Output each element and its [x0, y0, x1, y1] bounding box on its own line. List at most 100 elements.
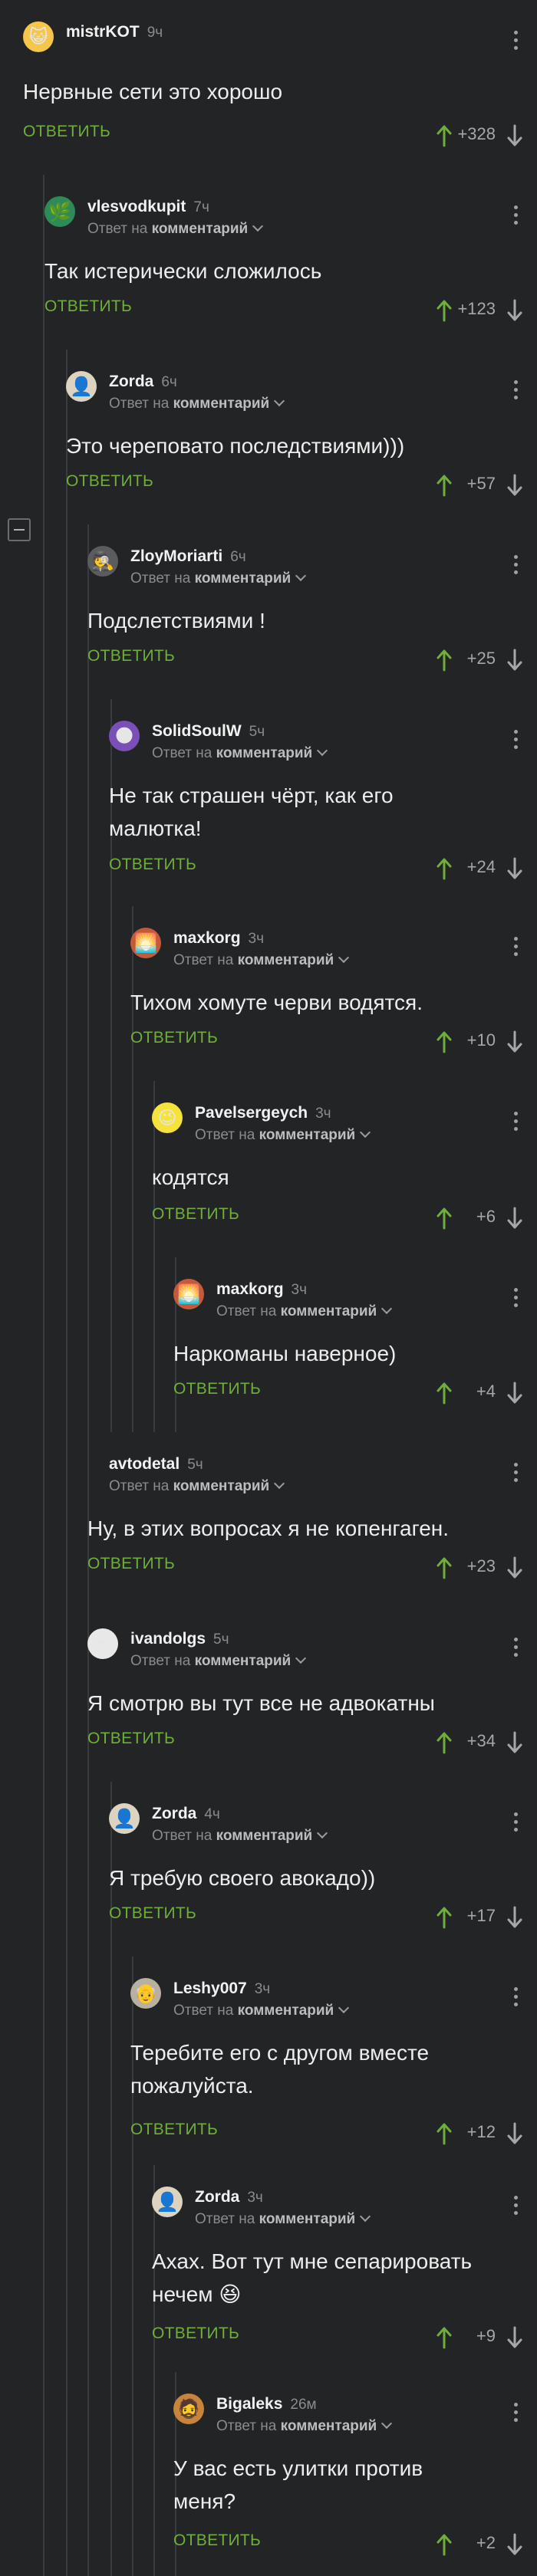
thread-line[interactable] — [43, 1432, 44, 1607]
reply-button[interactable]: ОТВЕТИТЬ — [87, 1555, 175, 1573]
thread-line[interactable] — [43, 699, 44, 906]
avatar[interactable]: 👤 — [66, 371, 97, 402]
thread-line[interactable] — [66, 1081, 68, 1257]
thread-line[interactable] — [110, 2165, 112, 2372]
username[interactable]: Bigaleks 26м — [216, 2395, 317, 2413]
downvote-icon[interactable] — [506, 124, 523, 147]
thread-line[interactable] — [132, 2165, 133, 2372]
avatar[interactable]: 🌿 — [44, 196, 75, 227]
avatar[interactable]: 🕵 — [87, 546, 118, 577]
reply-button[interactable]: ОТВЕТИТЬ — [152, 2325, 239, 2343]
thread-line[interactable] — [87, 2372, 89, 2576]
thread-line[interactable] — [110, 1081, 112, 1257]
avatar[interactable]: 👤 — [109, 1803, 140, 1834]
thread-line[interactable] — [66, 524, 68, 699]
thread-line[interactable] — [66, 1257, 68, 1432]
reply-button[interactable]: ОТВЕТИТЬ — [23, 123, 110, 141]
thread-line[interactable] — [87, 699, 89, 906]
thread-line[interactable] — [153, 2372, 155, 2576]
thread-line[interactable] — [43, 524, 44, 699]
more-options-icon[interactable] — [514, 2196, 519, 2219]
downvote-icon[interactable] — [506, 1030, 523, 1053]
downvote-icon[interactable] — [506, 1207, 523, 1230]
thread-line[interactable] — [66, 2165, 68, 2372]
thread-line[interactable] — [110, 2372, 112, 2576]
reply-to[interactable]: Ответ на комментарий — [109, 395, 285, 412]
username[interactable]: ivandolgs 5ч — [130, 1630, 229, 1648]
reply-button[interactable]: ОТВЕТИТЬ — [130, 1029, 218, 1047]
username[interactable]: maxkorg 3ч — [216, 1280, 307, 1299]
downvote-icon[interactable] — [506, 299, 523, 322]
reply-to[interactable]: Ответ на комментарий — [109, 1477, 285, 1495]
reply-button[interactable]: ОТВЕТИТЬ — [109, 856, 196, 874]
thread-line[interactable] — [43, 2372, 44, 2576]
reply-to[interactable]: Ответ на комментарий — [130, 1652, 307, 1670]
more-options-icon[interactable] — [514, 937, 519, 960]
username[interactable]: Zorda 3ч — [195, 2188, 263, 2206]
username[interactable]: Leshy007 3ч — [173, 1980, 270, 1998]
reply-to[interactable]: Ответ на комментарий — [216, 2417, 393, 2435]
username[interactable]: ZloyMoriarti 6ч — [130, 547, 246, 566]
downvote-icon[interactable] — [506, 1906, 523, 1929]
reply-button[interactable]: ОТВЕТИТЬ — [152, 1205, 239, 1224]
username[interactable]: mistrKOT 9ч — [66, 23, 163, 41]
more-options-icon[interactable] — [514, 1463, 519, 1486]
avatar[interactable]: ⚡ — [87, 1628, 118, 1659]
thread-line[interactable] — [43, 1782, 44, 1957]
more-options-icon[interactable] — [514, 2403, 519, 2426]
downvote-icon[interactable] — [506, 2122, 523, 2145]
reply-to[interactable]: Ответ на комментарий — [130, 570, 307, 587]
reply-button[interactable]: ОТВЕТИТЬ — [66, 472, 153, 491]
thread-line[interactable] — [132, 1081, 133, 1257]
reply-to[interactable]: Ответ на комментарий — [87, 220, 264, 238]
reply-button[interactable]: ОТВЕТИТЬ — [44, 297, 132, 316]
reply-button[interactable]: ОТВЕТИТЬ — [173, 1380, 261, 1398]
thread-line[interactable] — [66, 1607, 68, 1782]
username[interactable]: SolidSoulW 5ч — [152, 722, 265, 741]
username[interactable]: maxkorg 3ч — [173, 929, 264, 948]
username[interactable]: avtodetal 5ч — [109, 1455, 203, 1474]
thread-line[interactable] — [66, 906, 68, 1081]
thread-line[interactable] — [66, 699, 68, 906]
more-options-icon[interactable] — [514, 205, 519, 228]
thread-line[interactable] — [43, 1257, 44, 1432]
thread-line[interactable] — [132, 1257, 133, 1432]
more-options-icon[interactable] — [514, 1987, 519, 2010]
reply-to[interactable]: Ответ на комментарий — [195, 2210, 371, 2228]
reply-button[interactable]: ОТВЕТИТЬ — [173, 2532, 261, 2550]
thread-line[interactable] — [110, 906, 112, 1081]
downvote-icon[interactable] — [506, 2326, 523, 2349]
downvote-icon[interactable] — [506, 649, 523, 672]
thread-line[interactable] — [66, 2372, 68, 2576]
downvote-icon[interactable] — [506, 1731, 523, 1754]
more-options-icon[interactable] — [514, 31, 519, 54]
thread-line[interactable] — [43, 1607, 44, 1782]
avatar[interactable]: 👤 — [152, 2187, 183, 2217]
reply-button[interactable]: ОТВЕТИТЬ — [130, 2121, 218, 2139]
username[interactable]: Zorda 6ч — [109, 373, 177, 391]
thread-line[interactable] — [132, 2372, 133, 2576]
avatar[interactable]: 🌑 — [109, 721, 140, 751]
avatar[interactable]: 😺 — [23, 21, 54, 52]
thread-line[interactable] — [153, 1257, 155, 1432]
avatar[interactable]: 🌅 — [130, 928, 161, 958]
more-options-icon[interactable] — [514, 1638, 519, 1661]
thread-line[interactable] — [66, 1957, 68, 2165]
thread-line[interactable] — [87, 2165, 89, 2372]
thread-line[interactable] — [87, 1782, 89, 1957]
thread-line[interactable] — [87, 1257, 89, 1432]
downvote-icon[interactable] — [506, 474, 523, 497]
avatar[interactable]: 🧔 — [173, 2394, 204, 2424]
more-options-icon[interactable] — [514, 1288, 519, 1311]
more-options-icon[interactable] — [514, 380, 519, 403]
reply-to[interactable]: Ответ на комментарий — [195, 1126, 371, 1144]
thread-line[interactable] — [66, 1782, 68, 1957]
username[interactable]: vlesvodkupit 7ч — [87, 198, 209, 216]
more-options-icon[interactable] — [514, 730, 519, 753]
more-options-icon[interactable] — [514, 1112, 519, 1135]
avatar[interactable]: 👴 — [130, 1978, 161, 2009]
thread-line[interactable] — [87, 1081, 89, 1257]
reply-to[interactable]: Ответ на комментарий — [173, 951, 350, 969]
downvote-icon[interactable] — [506, 1382, 523, 1405]
downvote-icon[interactable] — [506, 1556, 523, 1579]
